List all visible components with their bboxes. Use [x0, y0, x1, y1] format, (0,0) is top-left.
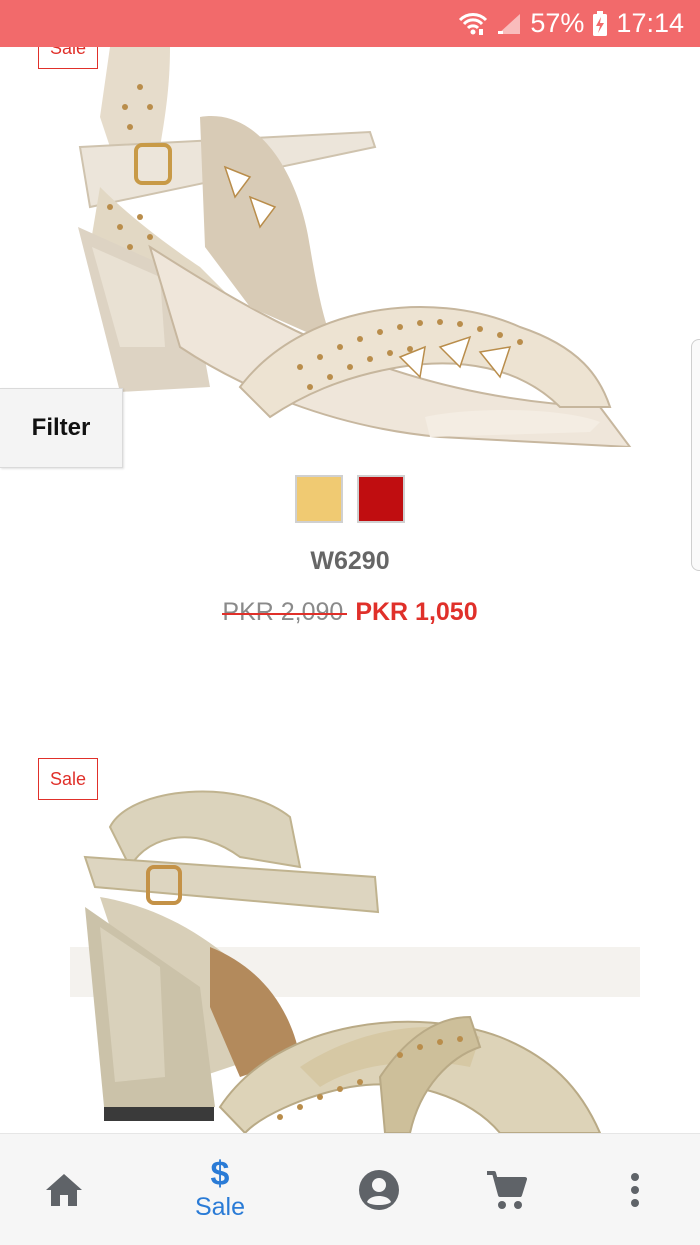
sale-price: PKR 1,050: [355, 598, 478, 626]
battery-icon: [592, 10, 608, 37]
status-bar: 57% 17:14: [0, 0, 700, 47]
signal-icon: [496, 12, 522, 36]
bottom-navigation: $ Sale: [0, 1133, 700, 1245]
wifi-icon: [458, 11, 488, 37]
product-list[interactable]: Sale W6290 PKR 2,090 PKR 1,050 Sale Filt…: [0, 47, 700, 1133]
more-vert-icon: [630, 1172, 640, 1207]
cart-icon: [485, 1169, 527, 1211]
nav-more[interactable]: [595, 1134, 675, 1245]
old-price: PKR 2,090: [222, 598, 348, 626]
product-image[interactable]: [0, 47, 700, 447]
home-icon: [44, 1172, 84, 1208]
nav-sale-label: Sale: [194, 1193, 246, 1221]
nav-sale[interactable]: $ Sale: [180, 1134, 260, 1245]
product-image[interactable]: [0, 777, 700, 1133]
scroll-handle[interactable]: [691, 339, 700, 571]
clock: 17:14: [616, 8, 684, 38]
nav-account[interactable]: [339, 1134, 419, 1245]
product-name[interactable]: W6290: [0, 547, 700, 576]
nav-home[interactable]: [24, 1134, 104, 1245]
dollar-icon: $: [210, 1155, 230, 1193]
nav-cart[interactable]: [466, 1134, 546, 1245]
battery-percent: 57%: [530, 8, 585, 38]
price-row: PKR 2,090 PKR 1,050: [0, 598, 700, 627]
color-swatch-red[interactable]: [357, 475, 405, 523]
filter-button[interactable]: Filter: [0, 388, 123, 468]
account-icon: [358, 1169, 400, 1211]
color-swatch-gold[interactable]: [295, 475, 343, 523]
